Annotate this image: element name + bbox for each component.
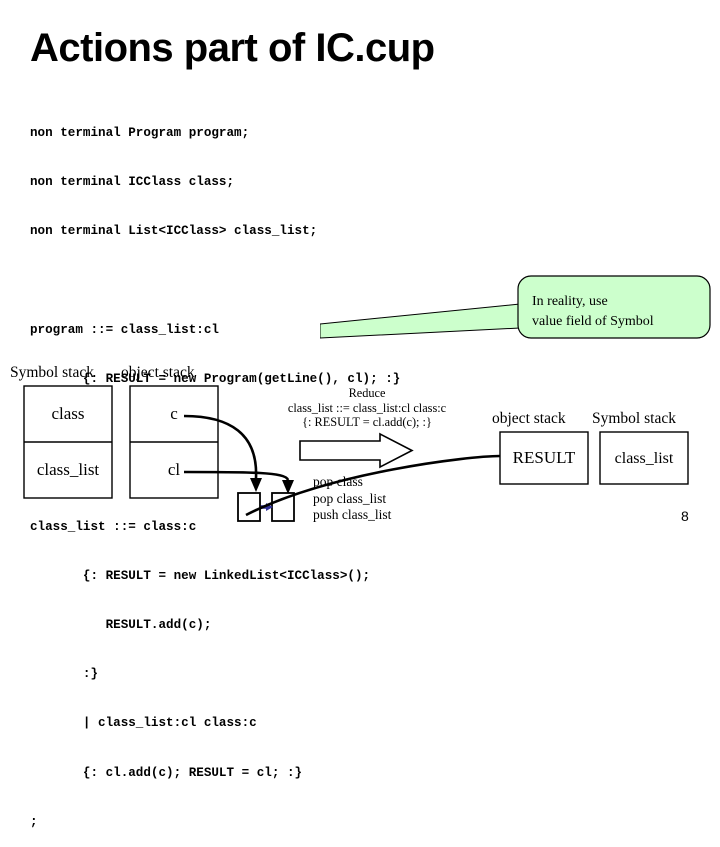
page-title: Actions part of IC.cup (30, 26, 435, 70)
page-number: 8 (681, 508, 689, 524)
callout-seam-mask (522, 305, 530, 327)
reduce-diagram: Symbol stack object stack class class_li… (0, 360, 720, 540)
callout-line: In reality, use (532, 294, 608, 309)
code-line: non terminal List<ICClass> class_list; (30, 224, 318, 239)
left-object-stack-cell: cl (167, 460, 181, 479)
left-symbol-stack-cell: class (51, 404, 85, 423)
stack-operation: push class_list (313, 507, 392, 522)
right-symbol-stack-label: Symbol stack (592, 410, 676, 427)
callout-text: In reality, use value field of Symbol (532, 292, 702, 332)
curve-from-c-arrowhead (250, 478, 262, 492)
code-line: :} (30, 667, 99, 682)
code-line: RESULT.add(c); (30, 617, 212, 632)
stack-operation: pop class (313, 474, 363, 489)
code-line: ; (30, 814, 38, 829)
stack-operation: pop class_list (313, 490, 387, 506)
stack-operations-list: pop class pop class_list push class_list (313, 474, 391, 524)
code-line: | class_list:cl class:c (30, 716, 257, 731)
reduce-annotation-line: class_list ::= class_list:cl class:c (287, 400, 447, 415)
code-line: non terminal Program program; (30, 125, 250, 140)
callout-bubble: In reality, use value field of Symbol (320, 272, 720, 358)
code-line: non terminal ICClass class; (30, 175, 235, 190)
right-object-stack-label: object stack (492, 410, 566, 427)
left-object-stack-label: object stack (121, 364, 195, 381)
left-symbol-stack-label: Symbol stack (10, 364, 94, 381)
code-line: {: RESULT = new LinkedList<ICClass>(); (30, 568, 371, 583)
small-box-source (237, 492, 261, 522)
reduce-annotation-line: Reduce (348, 386, 386, 400)
callout-tail (320, 303, 521, 339)
reduce-block-arrow (299, 432, 414, 469)
reduce-annotation: Reduce class_list ::= class_list:cl clas… (252, 386, 482, 430)
right-object-stack-cell: RESULT (512, 448, 576, 467)
reduce-annotation-line: {: RESULT = cl.add(c); :} (302, 415, 432, 430)
callout-line: value field of Symbol (532, 314, 654, 329)
right-symbol-stack-cell: class_list (614, 450, 674, 467)
code-line: {: cl.add(c); RESULT = cl; :} (30, 765, 303, 780)
left-symbol-stack-cell: class_list (36, 460, 100, 479)
left-object-stack-cell: c (170, 404, 178, 423)
curve-from-cl-arrowhead (282, 480, 294, 494)
